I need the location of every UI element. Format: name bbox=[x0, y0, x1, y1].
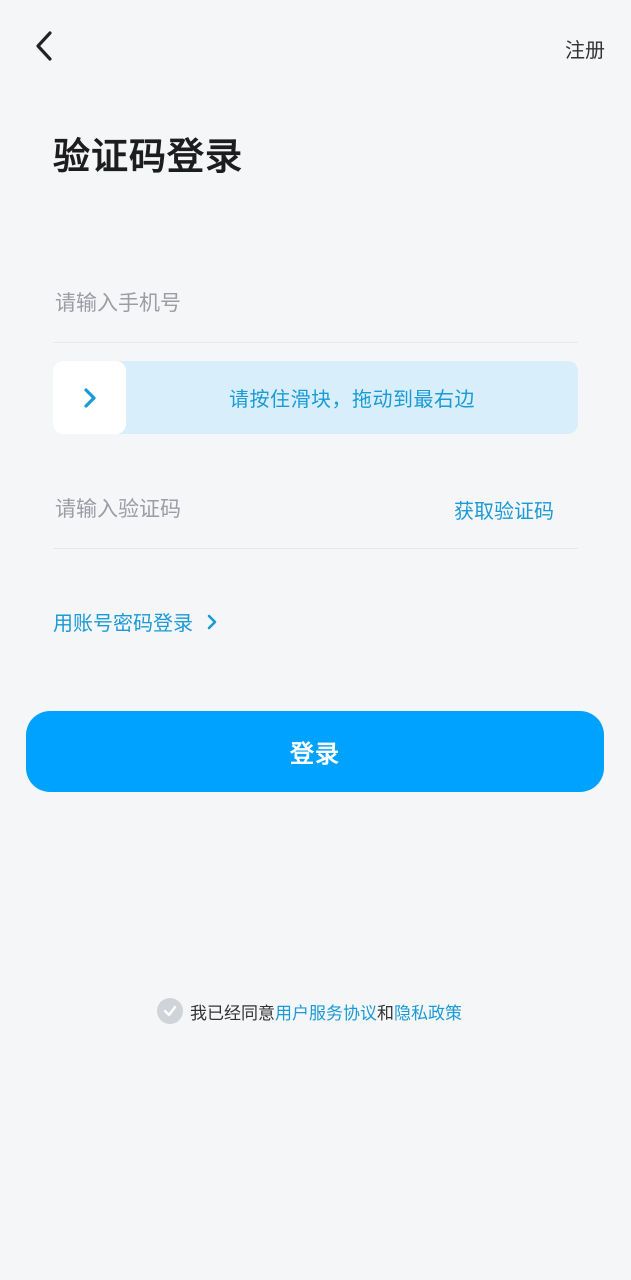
verification-code-input[interactable] bbox=[53, 497, 454, 521]
password-login-link[interactable]: 用账号密码登录 bbox=[53, 607, 217, 636]
login-button[interactable]: 登录 bbox=[26, 711, 604, 792]
chevron-right-icon bbox=[83, 387, 96, 408]
slider-handle[interactable] bbox=[53, 361, 126, 434]
get-code-button[interactable]: 获取验证码 bbox=[454, 495, 554, 524]
phone-field bbox=[53, 264, 578, 343]
agreement-row: 我已经同意 用户服务协议 和 隐私政策 bbox=[157, 998, 462, 1024]
slider-hint-text: 请按住滑块，拖动到最右边 bbox=[229, 387, 475, 411]
terms-of-service-link[interactable]: 用户服务协议 bbox=[275, 999, 377, 1024]
chevron-right-icon bbox=[207, 614, 217, 629]
slider-captcha: 请按住滑块，拖动到最右边 bbox=[53, 361, 578, 434]
password-login-label: 用账号密码登录 bbox=[53, 611, 193, 635]
phone-input[interactable] bbox=[53, 291, 578, 315]
register-link[interactable]: 注册 bbox=[565, 34, 605, 63]
chevron-left-icon bbox=[36, 31, 52, 61]
agreement-prefix: 我已经同意 bbox=[190, 1003, 275, 1024]
verification-code-field: 获取验证码 bbox=[53, 470, 578, 549]
page-title: 验证码登录 bbox=[53, 135, 243, 178]
back-button[interactable] bbox=[24, 26, 64, 66]
agreement-checkbox[interactable] bbox=[157, 998, 183, 1024]
privacy-policy-link[interactable]: 隐私政策 bbox=[394, 999, 462, 1024]
check-icon bbox=[163, 1005, 177, 1017]
agreement-conjunction: 和 bbox=[377, 1003, 394, 1024]
